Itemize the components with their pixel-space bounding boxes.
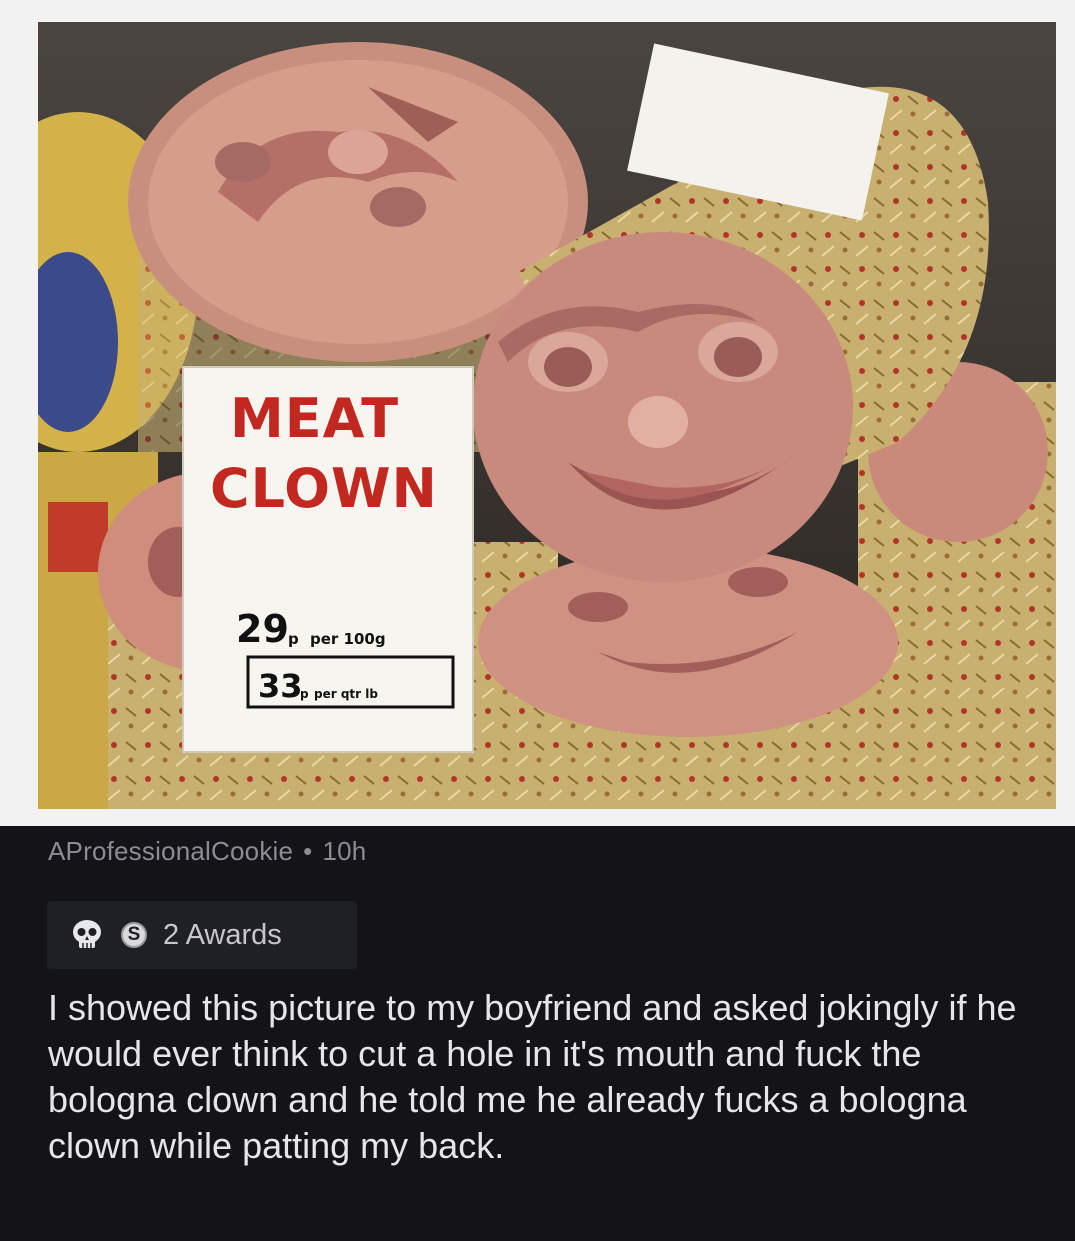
sign-price1-currency: p xyxy=(288,630,299,648)
post-age: 10h xyxy=(322,836,367,866)
awards-count-label: 2 Awards xyxy=(163,918,282,951)
awards-bar[interactable]: S 2 Awards xyxy=(47,901,357,969)
sign-price1-value: 29 xyxy=(236,607,289,651)
post-body-text: I showed this picture to my boyfriend an… xyxy=(48,987,1017,1166)
meta-separator: • xyxy=(303,836,313,866)
price-sign: MEAT CLOWN 29 p per 100g 33 p per qtr lb xyxy=(182,366,474,753)
silver-coin-award-icon: S xyxy=(121,922,147,948)
sign-price1-unit: per 100g xyxy=(310,630,386,648)
sign-title-line1: MEAT xyxy=(230,387,399,450)
sign-title-line2: CLOWN xyxy=(210,457,438,520)
sign-price2-currency: p xyxy=(300,687,309,701)
post-meta: AProfessionalCookie • 10h xyxy=(48,836,366,867)
author-name[interactable]: AProfessionalCookie xyxy=(48,836,293,866)
sign-price2-unit: per qtr lb xyxy=(314,687,378,701)
sign-price2-value: 33 xyxy=(258,667,303,705)
post-image[interactable]: MEAT CLOWN 29 p per 100g 33 p per qtr lb xyxy=(38,22,1056,809)
skull-award-icon xyxy=(67,915,107,955)
